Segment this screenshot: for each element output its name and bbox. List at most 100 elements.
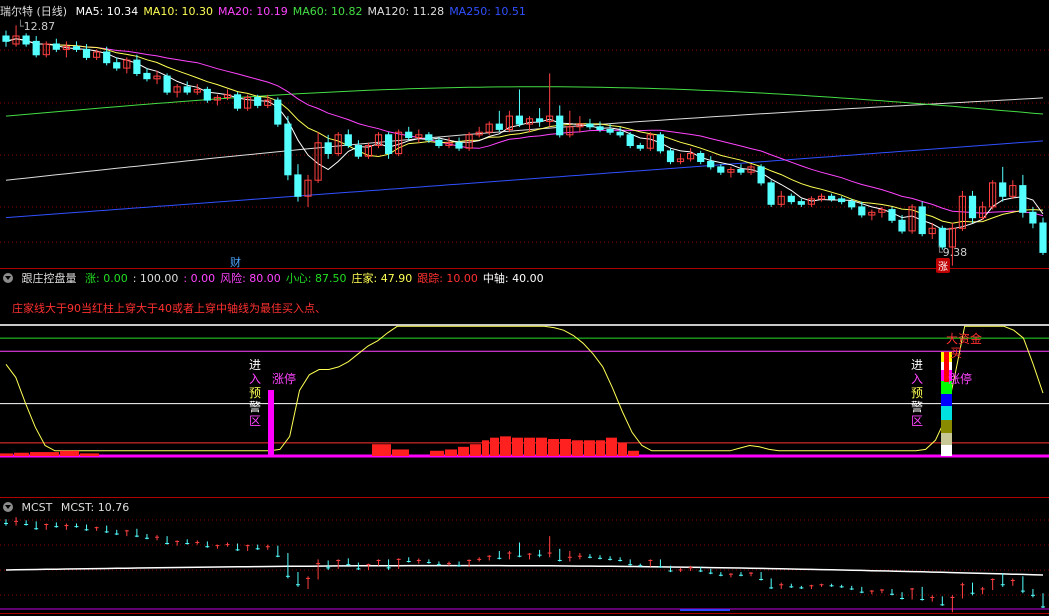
candle-body (717, 166, 725, 173)
indicator-legend-item: 小心: 87.50 (285, 272, 347, 285)
stock-title[interactable]: 瑞尔特 (日线) (0, 5, 67, 18)
candle-body (858, 206, 866, 216)
ma-legend: MA5: 10.34 MA10: 10.30 MA20: 10.19 MA60: 10… (76, 5, 531, 18)
control-volume-bar (606, 437, 617, 456)
candle-body (968, 195, 977, 219)
candle-body (344, 134, 352, 147)
indicator-legend-item: 中轴: 40.00 (482, 272, 544, 285)
control-volume-bar (524, 437, 535, 456)
zone-char: 进 (910, 358, 923, 372)
candle-body (616, 131, 624, 136)
candle-body (143, 72, 151, 80)
zone-char: 警 (248, 400, 261, 414)
candle-body (787, 195, 795, 203)
big-fund-bar-segment (941, 433, 952, 445)
candle-body (233, 94, 242, 109)
high-price-label: └12.87 (17, 20, 56, 33)
candle-body (898, 219, 906, 232)
candle-body (556, 115, 564, 136)
price-header: 瑞尔特 (日线) MA5: 10.34 MA10: 10.30 MA20: 10.1… (0, 3, 536, 21)
candle-body (22, 35, 30, 45)
big-fund-bar-segment (941, 394, 952, 406)
big-fund-bar-segment (941, 406, 952, 420)
candle-body (838, 198, 846, 203)
control-volume-bar (572, 440, 583, 456)
indicator-legend-item: 跟踪: 10.00 (417, 272, 478, 285)
control-volume-bar (490, 437, 499, 456)
entry-warning-zone-2: 进入预警区 (910, 358, 924, 428)
candle-body (435, 139, 443, 146)
control-volume-bar (30, 452, 59, 456)
mcst-name[interactable]: MCST (22, 501, 53, 514)
ma5-line (5, 38, 1044, 230)
candle-body (113, 62, 121, 69)
candle-body (294, 174, 302, 197)
ma250-line (5, 140, 1044, 219)
candle-body (596, 126, 604, 131)
candle-body (626, 134, 634, 147)
candle-body (636, 145, 644, 149)
candle-body (1029, 211, 1037, 224)
candle-body (606, 129, 614, 133)
big-fund-bar-segment (941, 445, 952, 456)
control-volume-bar (596, 440, 605, 456)
indicator-legend-item: 涨: 0.00 (85, 272, 128, 285)
control-volume-bar (536, 437, 547, 456)
control-volume-bar (548, 438, 559, 456)
candle-body (455, 142, 463, 149)
big-fund-bar-segment (941, 420, 952, 433)
candle-body (515, 115, 523, 125)
candle-body (828, 195, 836, 200)
candle-body (284, 123, 292, 176)
candle-body (999, 182, 1007, 197)
limit-up-marker[interactable]: 涨 (936, 258, 950, 273)
candle-body (697, 153, 705, 162)
ma20-line (5, 38, 1044, 217)
mcst-dropdown-icon[interactable] (3, 502, 13, 512)
control-volume-bar (14, 452, 29, 456)
finance-marker[interactable]: 财 (230, 254, 241, 270)
candle-body (1019, 185, 1027, 213)
entry-warning-zone-1: 进入预警区 (248, 358, 262, 428)
zone-char: 预 (248, 386, 261, 400)
control-volume-bar (482, 440, 489, 456)
zone-char: 区 (248, 414, 261, 428)
candle-body (848, 201, 856, 208)
ma120-line (5, 97, 1044, 181)
limit-up-bar (268, 390, 274, 456)
zone-char: 入 (910, 372, 923, 386)
control-volume-bar (60, 450, 79, 456)
control-volume-bar (0, 453, 13, 456)
candle-body (536, 118, 544, 123)
candle-body (103, 51, 111, 64)
indicator-title[interactable]: 跟庄控盘量 (22, 272, 77, 285)
indicator-legend-item: : 100.00 (132, 272, 179, 285)
candle-body (405, 131, 413, 138)
candle-body (254, 96, 262, 106)
ma-legend-item: MA10: 10.30 (143, 5, 214, 18)
zone-char: 警 (910, 400, 923, 414)
candle-body (666, 150, 675, 163)
indicator-legend: 涨: 0.00: 100.00: 0.00 风险: 80.00 小心: 87.50 庄… (85, 272, 549, 285)
candle-body (737, 169, 745, 173)
control-volume-bar (430, 450, 444, 456)
control-volume-bar (80, 453, 99, 456)
indicator-legend-item: : 0.00 (183, 272, 216, 285)
buy-label: 买 (950, 346, 963, 360)
candle-body (2, 35, 10, 42)
candle-body (918, 206, 926, 235)
candle-body (133, 59, 141, 74)
candle-body (52, 43, 60, 50)
indicator-dropdown-icon[interactable] (3, 273, 13, 283)
control-volume-bar (584, 440, 595, 456)
limit-up-label-1: 涨停 (272, 372, 297, 386)
candle-body (163, 75, 171, 93)
candle-body (707, 161, 715, 168)
control-volume-bar (392, 449, 409, 456)
candle-body (757, 166, 765, 184)
candle-body (495, 123, 503, 130)
candle-body (324, 142, 332, 155)
candle-body (1039, 222, 1047, 253)
zone-char: 区 (910, 414, 923, 428)
candle-body (203, 88, 211, 101)
